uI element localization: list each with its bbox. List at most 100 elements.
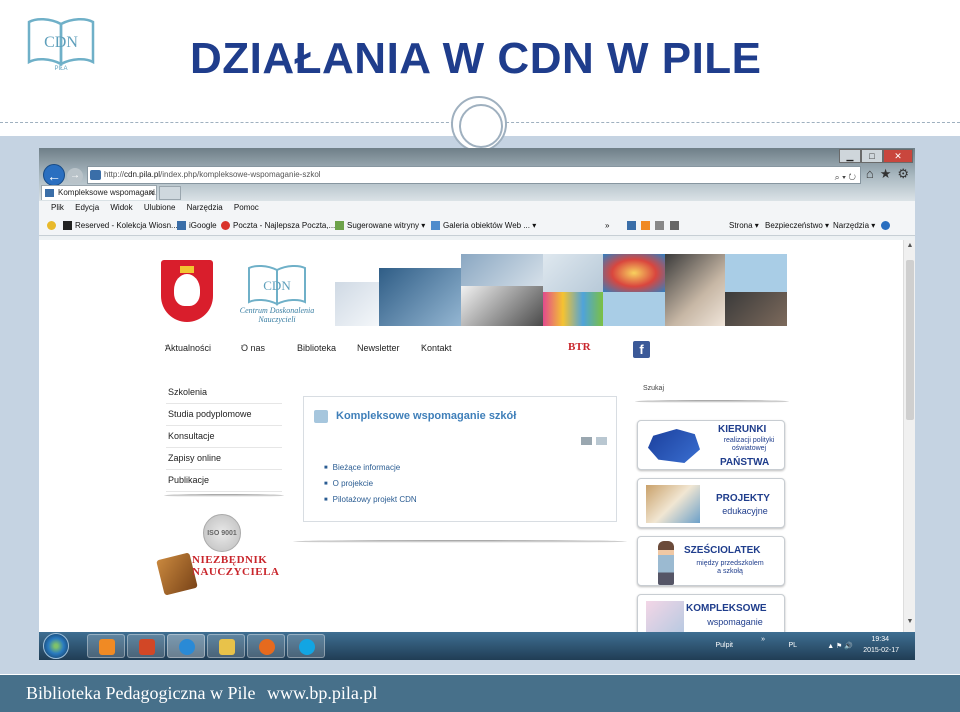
taskbar-internet-explorer[interactable] <box>167 634 205 658</box>
command-bezpieczenstwo[interactable]: Bezpieczeństwo ▾ <box>765 216 829 236</box>
taskbar-skype[interactable] <box>287 634 325 658</box>
left-menu-szkolenia[interactable]: Szkolenia <box>166 382 282 404</box>
photo-tile <box>543 292 603 326</box>
taskbar-explorer[interactable] <box>207 634 245 658</box>
menu-narzedzia[interactable]: Narzędzia <box>187 203 223 212</box>
nav-newsletter[interactable]: Newsletter <box>357 343 400 353</box>
toolbar-icons: ⌂ ★ ⚙ <box>866 166 909 182</box>
favorite-igoogle[interactable]: iGoogle <box>177 216 217 236</box>
clock-time[interactable]: 19:34 <box>871 636 889 643</box>
scroll-down-icon[interactable]: ▼ <box>904 618 915 630</box>
left-menu-konsultacje[interactable]: Konsultacje <box>166 426 282 448</box>
firefox-icon <box>259 639 275 655</box>
window-controls: ▁ □ ✕ <box>839 149 913 163</box>
favorites-star-icon[interactable] <box>47 216 59 236</box>
favorite-galeria[interactable]: Galeria obiektów Web ... ▾ <box>431 216 536 236</box>
iso-badge: ISO 9001 <box>203 514 241 552</box>
command-strona[interactable]: Strona ▾ <box>729 216 759 236</box>
taskbar-firefox[interactable] <box>247 634 285 658</box>
banner-kierunki[interactable]: KIERUNKI realizacji polityki oświatowej P… <box>637 420 785 470</box>
article-shadow <box>293 540 627 543</box>
article-panel: Kompleksowe wspomaganie szkół Bieżące in… <box>303 396 617 522</box>
tab-close-icon[interactable]: ✕ <box>148 186 156 200</box>
favorites-bar: Reserved - Kolekcja Wiosn... iGoogle Poc… <box>39 216 915 236</box>
article-link-biezace[interactable]: Bieżące informacje <box>324 460 417 476</box>
nav-biblioteka[interactable]: Biblioteka <box>297 343 336 353</box>
article-link-o-projekcie[interactable]: O projekcie <box>324 476 417 492</box>
command-icons <box>627 216 682 236</box>
menu-edycja[interactable]: Edycja <box>75 203 99 212</box>
banner-kompleksowe-sub: wspomaganie <box>707 617 763 627</box>
feeds-icon[interactable] <box>641 221 651 231</box>
web-page: CDN Centrum Doskonalenia Nauczycieli Akt… <box>39 240 915 644</box>
forward-arrow-icon[interactable]: → <box>67 168 83 184</box>
close-button[interactable]: ✕ <box>883 149 913 163</box>
clock-date[interactable]: 2015-02-17 <box>863 647 899 654</box>
language-indicator[interactable]: PL <box>788 642 797 649</box>
scroll-thumb[interactable] <box>906 260 914 420</box>
back-arrow-icon[interactable]: ← <box>43 164 65 186</box>
url-path: /index.php/kompleksowe-wspomaganie-szkol <box>160 170 321 179</box>
powerpoint-icon <box>139 639 155 655</box>
slide-logo-city: PIŁA <box>54 66 67 72</box>
browser-chrome: ▁ □ ✕ ← → http://cdn.pila.pl/index.php/k… <box>39 148 915 240</box>
left-menu-studia[interactable]: Studia podyplomowe <box>166 404 282 426</box>
left-menu-zapisy[interactable]: Zapisy online <box>166 448 282 470</box>
minimize-button[interactable]: ▁ <box>839 149 861 163</box>
maximize-button[interactable]: □ <box>861 149 883 163</box>
photo-tile <box>543 254 603 292</box>
taskbar-media-player[interactable] <box>87 634 125 658</box>
chart-photo <box>646 601 684 635</box>
menu-plik[interactable]: Plik <box>51 203 64 212</box>
new-tab-button[interactable] <box>159 186 181 200</box>
slide-logo-acronym: CDN <box>44 34 78 51</box>
banner-projekty[interactable]: PROJEKTY edukacyjne <box>637 478 785 528</box>
menu-widok[interactable]: Widok <box>110 203 132 212</box>
home-icon[interactable]: ⌂ <box>866 166 874 182</box>
favorite-poczta[interactable]: Poczta - Najlepsza Poczta,... <box>221 216 335 236</box>
tray-icons[interactable]: ▲ ⚑ 🔊 <box>827 642 853 650</box>
email-icon[interactable] <box>596 437 607 445</box>
niezbednik-banner[interactable]: NIEZBĘDNIK NAUCZYCIELA <box>192 554 279 578</box>
banner-szesciolatek[interactable]: SZEŚCIOLATEK między przedszkolem a szkołą <box>637 536 785 586</box>
favorite-reserved[interactable]: Reserved - Kolekcja Wiosn... <box>63 216 178 236</box>
url-host: cdn.pila.pl <box>124 170 161 179</box>
print-icon[interactable] <box>581 437 592 445</box>
suggested-sites-icon <box>335 221 344 231</box>
photo-tile <box>461 286 543 326</box>
search-divider <box>635 400 789 403</box>
menu-ulubione[interactable]: Ulubione <box>144 203 176 212</box>
favorites-star-icon[interactable]: ★ <box>880 166 892 182</box>
tray-more-icon[interactable]: » <box>761 636 765 643</box>
slide: CDN PIŁA DZIAŁANIA W CDN W PILE ▁ □ ✕ ← … <box>0 0 960 712</box>
favorite-sugerowane[interactable]: Sugerowane witryny ▾ <box>335 216 425 236</box>
mail-icon[interactable] <box>655 221 665 231</box>
facebook-icon[interactable]: f <box>633 341 650 358</box>
header-photo-mosaic <box>335 254 787 326</box>
print-icon[interactable] <box>669 221 679 231</box>
article-links: Bieżące informacje O projekcie Pilotażow… <box>324 460 417 508</box>
home-cmd-icon[interactable] <box>627 221 636 231</box>
page-scrollbar[interactable]: ▲ ▼ <box>903 240 915 632</box>
menu-pomoc[interactable]: Pomoc <box>234 203 259 212</box>
address-controls-icon[interactable]: ⌕ ▾ ↻ <box>835 169 856 185</box>
help-icon[interactable] <box>881 216 893 236</box>
address-bar[interactable]: http://cdn.pila.pl/index.php/kompleksowe… <box>87 166 861 184</box>
command-narzedzia[interactable]: Narzędzia ▾ <box>833 216 875 236</box>
footer-url[interactable]: www.bp.pila.pl <box>267 683 377 704</box>
search-label[interactable]: Szukaj <box>643 385 664 392</box>
tray-desktop-label[interactable]: Pulpit <box>715 642 733 649</box>
command-more-icon[interactable]: » <box>605 216 609 236</box>
start-button[interactable] <box>43 633 69 659</box>
taskbar-powerpoint[interactable] <box>127 634 165 658</box>
banner-projekty-sub: edukacyjne <box>722 506 768 516</box>
banner-kierunki-title: KIERUNKI <box>718 424 767 435</box>
url-prefix: http:// <box>104 170 125 179</box>
article-link-pilotazowy[interactable]: Pilotażowy projekt CDN <box>324 492 417 508</box>
tab-kompleksowe[interactable]: Kompleksowe wspomagani... ✕ <box>41 185 157 200</box>
photo-tile <box>665 254 725 326</box>
scroll-up-icon[interactable]: ▲ <box>904 242 915 254</box>
left-menu-publikacje[interactable]: Publikacje <box>166 470 282 492</box>
btr-logo[interactable]: BTR <box>568 341 591 353</box>
settings-gear-icon[interactable]: ⚙ <box>897 166 909 182</box>
